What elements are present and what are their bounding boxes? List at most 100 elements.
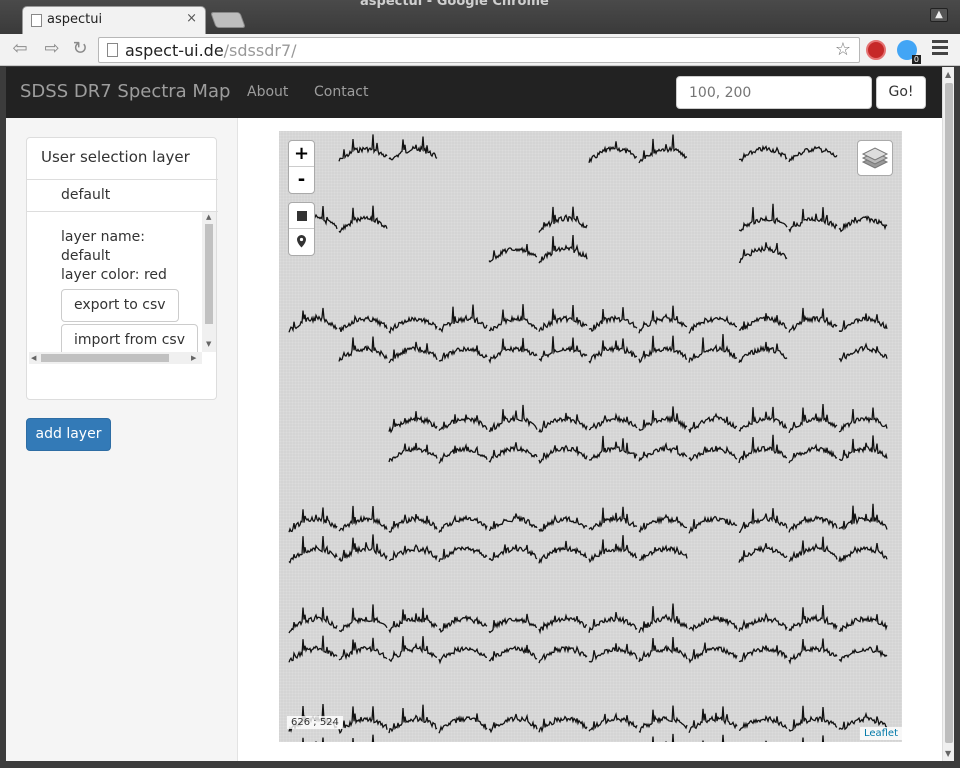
- scroll-up-icon[interactable]: ▲: [206, 213, 211, 221]
- scroll-thumb-h[interactable]: [41, 354, 169, 362]
- window-user-icon[interactable]: ▲: [930, 8, 948, 22]
- spectrum-tile: [538, 645, 588, 664]
- spectrum-tile: [688, 334, 738, 363]
- spectrum-tile: [738, 543, 788, 563]
- spectrum-tile: [488, 244, 538, 263]
- zoom-out-button[interactable]: -: [289, 167, 314, 193]
- spectrum-tile: [488, 442, 538, 463]
- spectrum-tile: [588, 307, 638, 333]
- spectrum-tile: [338, 534, 388, 562]
- spectrum-tile: [788, 145, 838, 163]
- add-layer-button[interactable]: add layer: [26, 418, 111, 451]
- spectrum-tile: [538, 613, 588, 635]
- page-icon: [107, 43, 118, 57]
- spectrum-tile: [538, 305, 588, 332]
- spectrum-tile: [788, 207, 838, 234]
- spectrum-tile: [802, 735, 825, 742]
- page-scroll-thumb[interactable]: [945, 83, 953, 743]
- spectrum-tile: [788, 536, 838, 563]
- spectrum-tile: [838, 407, 888, 433]
- map-attribution[interactable]: Leaflet: [859, 727, 902, 740]
- back-icon[interactable]: ⇦: [8, 38, 32, 59]
- spectra-tiles: [288, 134, 888, 742]
- spectrum-tile: [338, 205, 388, 234]
- layers-icon[interactable]: [857, 140, 893, 176]
- chrome-menu-icon[interactable]: [932, 40, 948, 58]
- nav-link-contact[interactable]: Contact: [314, 84, 368, 100]
- spectrum-tile: [388, 315, 438, 335]
- panel-title: User selection layer: [41, 148, 190, 166]
- spectrum-tile: [738, 508, 788, 533]
- spectrum-tile: [302, 737, 324, 742]
- spectrum-tile: [738, 313, 788, 332]
- draw-rectangle-icon[interactable]: [289, 203, 314, 229]
- url-text[interactable]: aspect-ui.de/sdssdr7/: [125, 41, 297, 60]
- layer-list-item-default[interactable]: default: [27, 179, 218, 212]
- browser-toolbar: ⇦ ⇨ ↻ aspect-ui.de/sdssdr7/ ☆: [0, 34, 960, 66]
- spectrum-tile: [788, 443, 838, 464]
- sidebar: User selection layer default layer name:…: [6, 118, 238, 761]
- spectrum-tile: [288, 535, 338, 564]
- spectrum-tile: [288, 635, 338, 663]
- ghost-extension-icon[interactable]: 0: [897, 40, 921, 64]
- window-titlebar: aspectui - Google Chrome aspectui × ▲: [0, 0, 960, 34]
- spectrum-tile: [638, 335, 688, 364]
- zoom-in-button[interactable]: +: [289, 141, 314, 167]
- spectrum-tile: [488, 404, 538, 433]
- spectrum-tile: [538, 715, 588, 733]
- navbar: SDSS DR7 Spectra Map About Contact Go!: [6, 67, 942, 118]
- spectrum-tile: [538, 234, 588, 264]
- scroll-down-icon[interactable]: ▼: [206, 340, 211, 348]
- page-scrollbar[interactable]: ▲ ▼: [942, 67, 954, 761]
- tab-close-icon[interactable]: ×: [186, 11, 197, 26]
- marker-icon[interactable]: [289, 229, 314, 255]
- details-vertical-scrollbar[interactable]: ▲ ▼: [202, 212, 216, 352]
- spectrum-tile: [438, 645, 488, 665]
- forward-icon[interactable]: ⇨: [40, 38, 64, 59]
- spectrum-tile: [788, 605, 838, 632]
- spectrum-tile: [438, 304, 488, 333]
- go-button[interactable]: Go!: [876, 76, 926, 109]
- spectrum-tile: [638, 636, 688, 663]
- spectrum-tile: [838, 342, 888, 363]
- spectra-map[interactable]: + - 626 ; 524 Leaflet: [279, 131, 902, 742]
- spectrum-tile: [838, 503, 888, 531]
- spectrum-tile: [538, 540, 588, 564]
- spectrum-tile: [688, 642, 738, 664]
- spectrum-tile: [838, 435, 888, 462]
- spectrum-tile: [588, 435, 638, 461]
- navbar-brand[interactable]: SDSS DR7 Spectra Map: [20, 81, 230, 102]
- reload-icon[interactable]: ↻: [68, 38, 92, 59]
- nav-link-about[interactable]: About: [247, 84, 288, 100]
- spectrum-tile: [488, 713, 538, 734]
- spectrum-tile: [338, 314, 388, 332]
- browser-tab[interactable]: aspectui ×: [22, 6, 206, 34]
- page-scroll-down-icon[interactable]: ▼: [945, 749, 951, 758]
- mouse-position: 626 ; 524: [287, 716, 343, 729]
- spectrum-tile: [288, 607, 338, 634]
- scroll-right-icon[interactable]: ▶: [191, 354, 196, 362]
- spectrum-tile: [388, 136, 438, 161]
- spectrum-tile: [388, 341, 438, 364]
- new-tab-button[interactable]: [210, 12, 246, 28]
- bookmark-star-icon[interactable]: ☆: [835, 39, 851, 60]
- page-scroll-up-icon[interactable]: ▲: [945, 70, 951, 79]
- export-csv-button[interactable]: export to csv: [61, 289, 179, 322]
- spectrum-tile: [588, 412, 638, 431]
- address-bar[interactable]: aspect-ui.de/sdssdr7/ ☆: [98, 37, 860, 63]
- spectrum-tile: [488, 337, 538, 365]
- spectrum-tile: [688, 515, 738, 534]
- scroll-thumb[interactable]: [205, 224, 213, 324]
- layer-color: layer color: red: [61, 267, 167, 283]
- spectrum-tile: [738, 203, 788, 232]
- adblock-extension-icon[interactable]: [866, 40, 886, 60]
- layer-panel: User selection layer default layer name:…: [26, 137, 218, 400]
- spectrum-tile: [788, 638, 838, 665]
- details-horizontal-scrollbar[interactable]: ◀ ▶: [29, 352, 202, 364]
- zoom-control: + -: [288, 140, 315, 194]
- scroll-left-icon[interactable]: ◀: [31, 354, 36, 362]
- spectrum-tile: [838, 215, 888, 233]
- spectrum-tile: [788, 404, 838, 434]
- coordinate-input[interactable]: [676, 76, 872, 109]
- spectrum-tile: [651, 733, 675, 742]
